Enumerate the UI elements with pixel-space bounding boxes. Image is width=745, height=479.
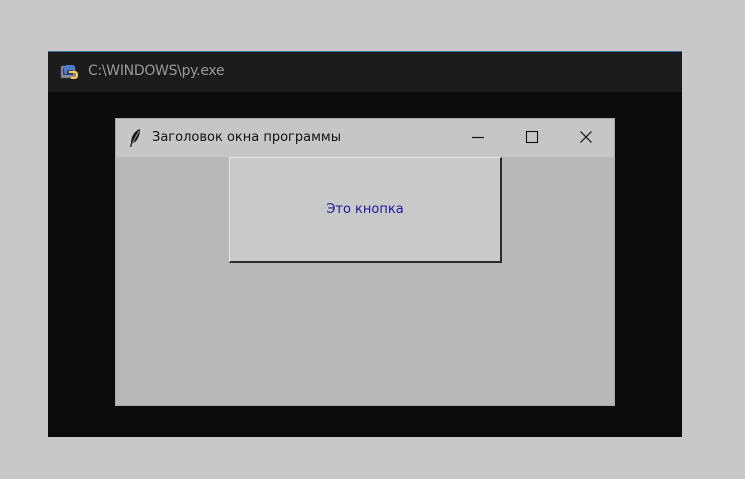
console-titlebar[interactable]: C:\WINDOWS\py.exe: [48, 52, 682, 92]
close-icon: [579, 129, 593, 148]
tk-feather-icon: [128, 128, 142, 148]
tk-window: Заголовок окна программы Это кнопка: [115, 118, 615, 406]
window-title: Заголовок окна программы: [152, 130, 341, 145]
python-icon: [60, 63, 80, 81]
console-title: C:\WINDOWS\py.exe: [88, 63, 225, 79]
main-button[interactable]: Это кнопка: [229, 157, 502, 263]
close-button[interactable]: [563, 119, 609, 157]
maximize-icon: [525, 129, 539, 148]
main-button-label: Это кнопка: [326, 202, 404, 217]
minimize-icon: [471, 129, 485, 148]
maximize-button[interactable]: [509, 119, 555, 157]
desktop: C:\WINDOWS\py.exe Заголовок окна програм…: [0, 0, 745, 479]
minimize-button[interactable]: [455, 119, 501, 157]
tk-titlebar[interactable]: Заголовок окна программы: [116, 119, 614, 157]
